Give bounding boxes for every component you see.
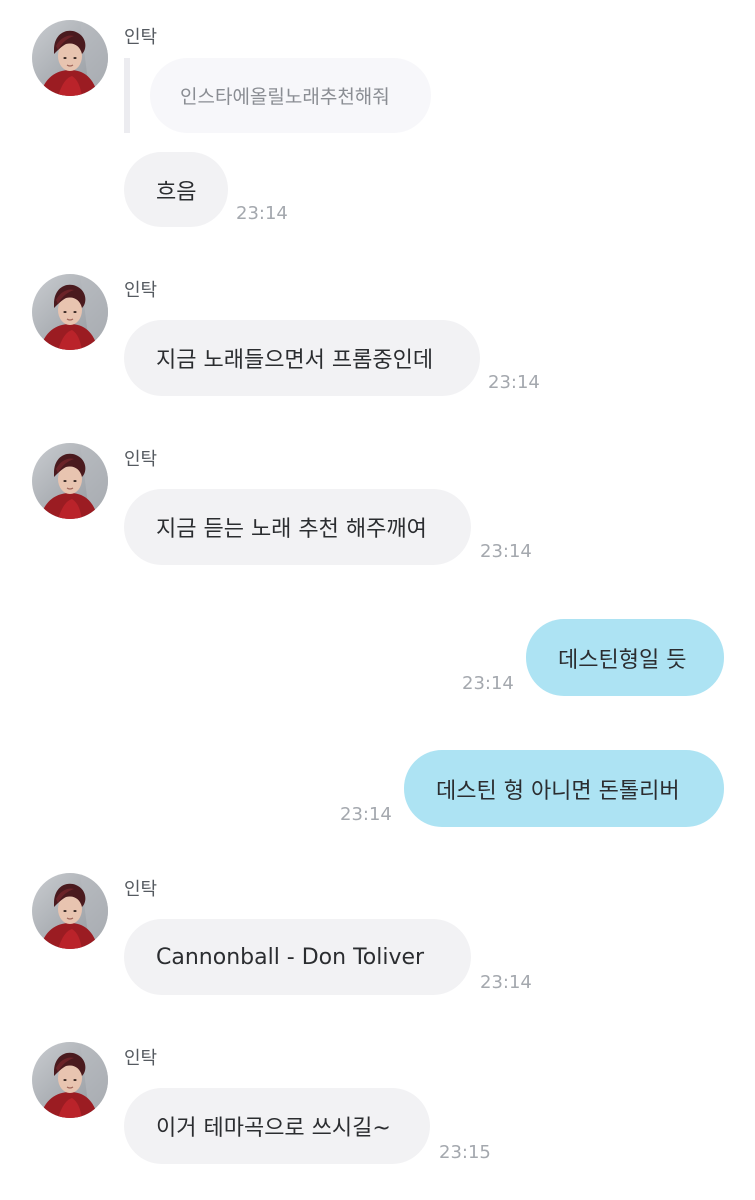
sender-avatar[interactable] <box>32 20 108 96</box>
message-timestamp: 23:14 <box>236 203 288 224</box>
message-bubble[interactable]: 이거 테마곡으로 쓰시길~ <box>124 1088 430 1164</box>
message-bubble[interactable]: 데스틴형일 듯 <box>526 619 724 696</box>
message-timestamp: 23:14 <box>480 972 532 993</box>
quote-indicator <box>124 58 130 133</box>
sender-name: 인탁 <box>124 879 158 900</box>
message-timestamp: 23:15 <box>439 1142 491 1163</box>
sender-name: 인탁 <box>124 280 158 301</box>
message-bubble[interactable]: Cannonball - Don Toliver <box>124 919 471 995</box>
sender-name: 인탁 <box>124 27 158 48</box>
avatar-photo-icon <box>32 274 108 350</box>
message-timestamp: 23:14 <box>488 372 540 393</box>
message-timestamp: 23:14 <box>462 673 514 694</box>
message-bubble[interactable]: 데스틴 형 아니면 돈톨리버 <box>404 750 724 827</box>
message-timestamp: 23:14 <box>340 804 392 825</box>
message-bubble[interactable]: 지금 듣는 노래 추천 해주깨여 <box>124 489 471 565</box>
message-bubble[interactable]: 지금 노래들으면서 프롬중인데 <box>124 320 480 396</box>
message-timestamp: 23:14 <box>480 541 532 562</box>
sender-avatar[interactable] <box>32 443 108 519</box>
sender-avatar[interactable] <box>32 1042 108 1118</box>
sender-avatar[interactable] <box>32 873 108 949</box>
avatar-photo-icon <box>32 873 108 949</box>
message-bubble[interactable]: 흐음 <box>124 152 228 227</box>
sender-name: 인탁 <box>124 449 158 470</box>
quoted-message[interactable]: 인스타에올릴노래추천해줘 <box>150 58 431 133</box>
avatar-photo-icon <box>32 1042 108 1118</box>
sender-avatar[interactable] <box>32 274 108 350</box>
sender-name: 인탁 <box>124 1048 158 1069</box>
avatar-photo-icon <box>32 20 108 96</box>
avatar-photo-icon <box>32 443 108 519</box>
